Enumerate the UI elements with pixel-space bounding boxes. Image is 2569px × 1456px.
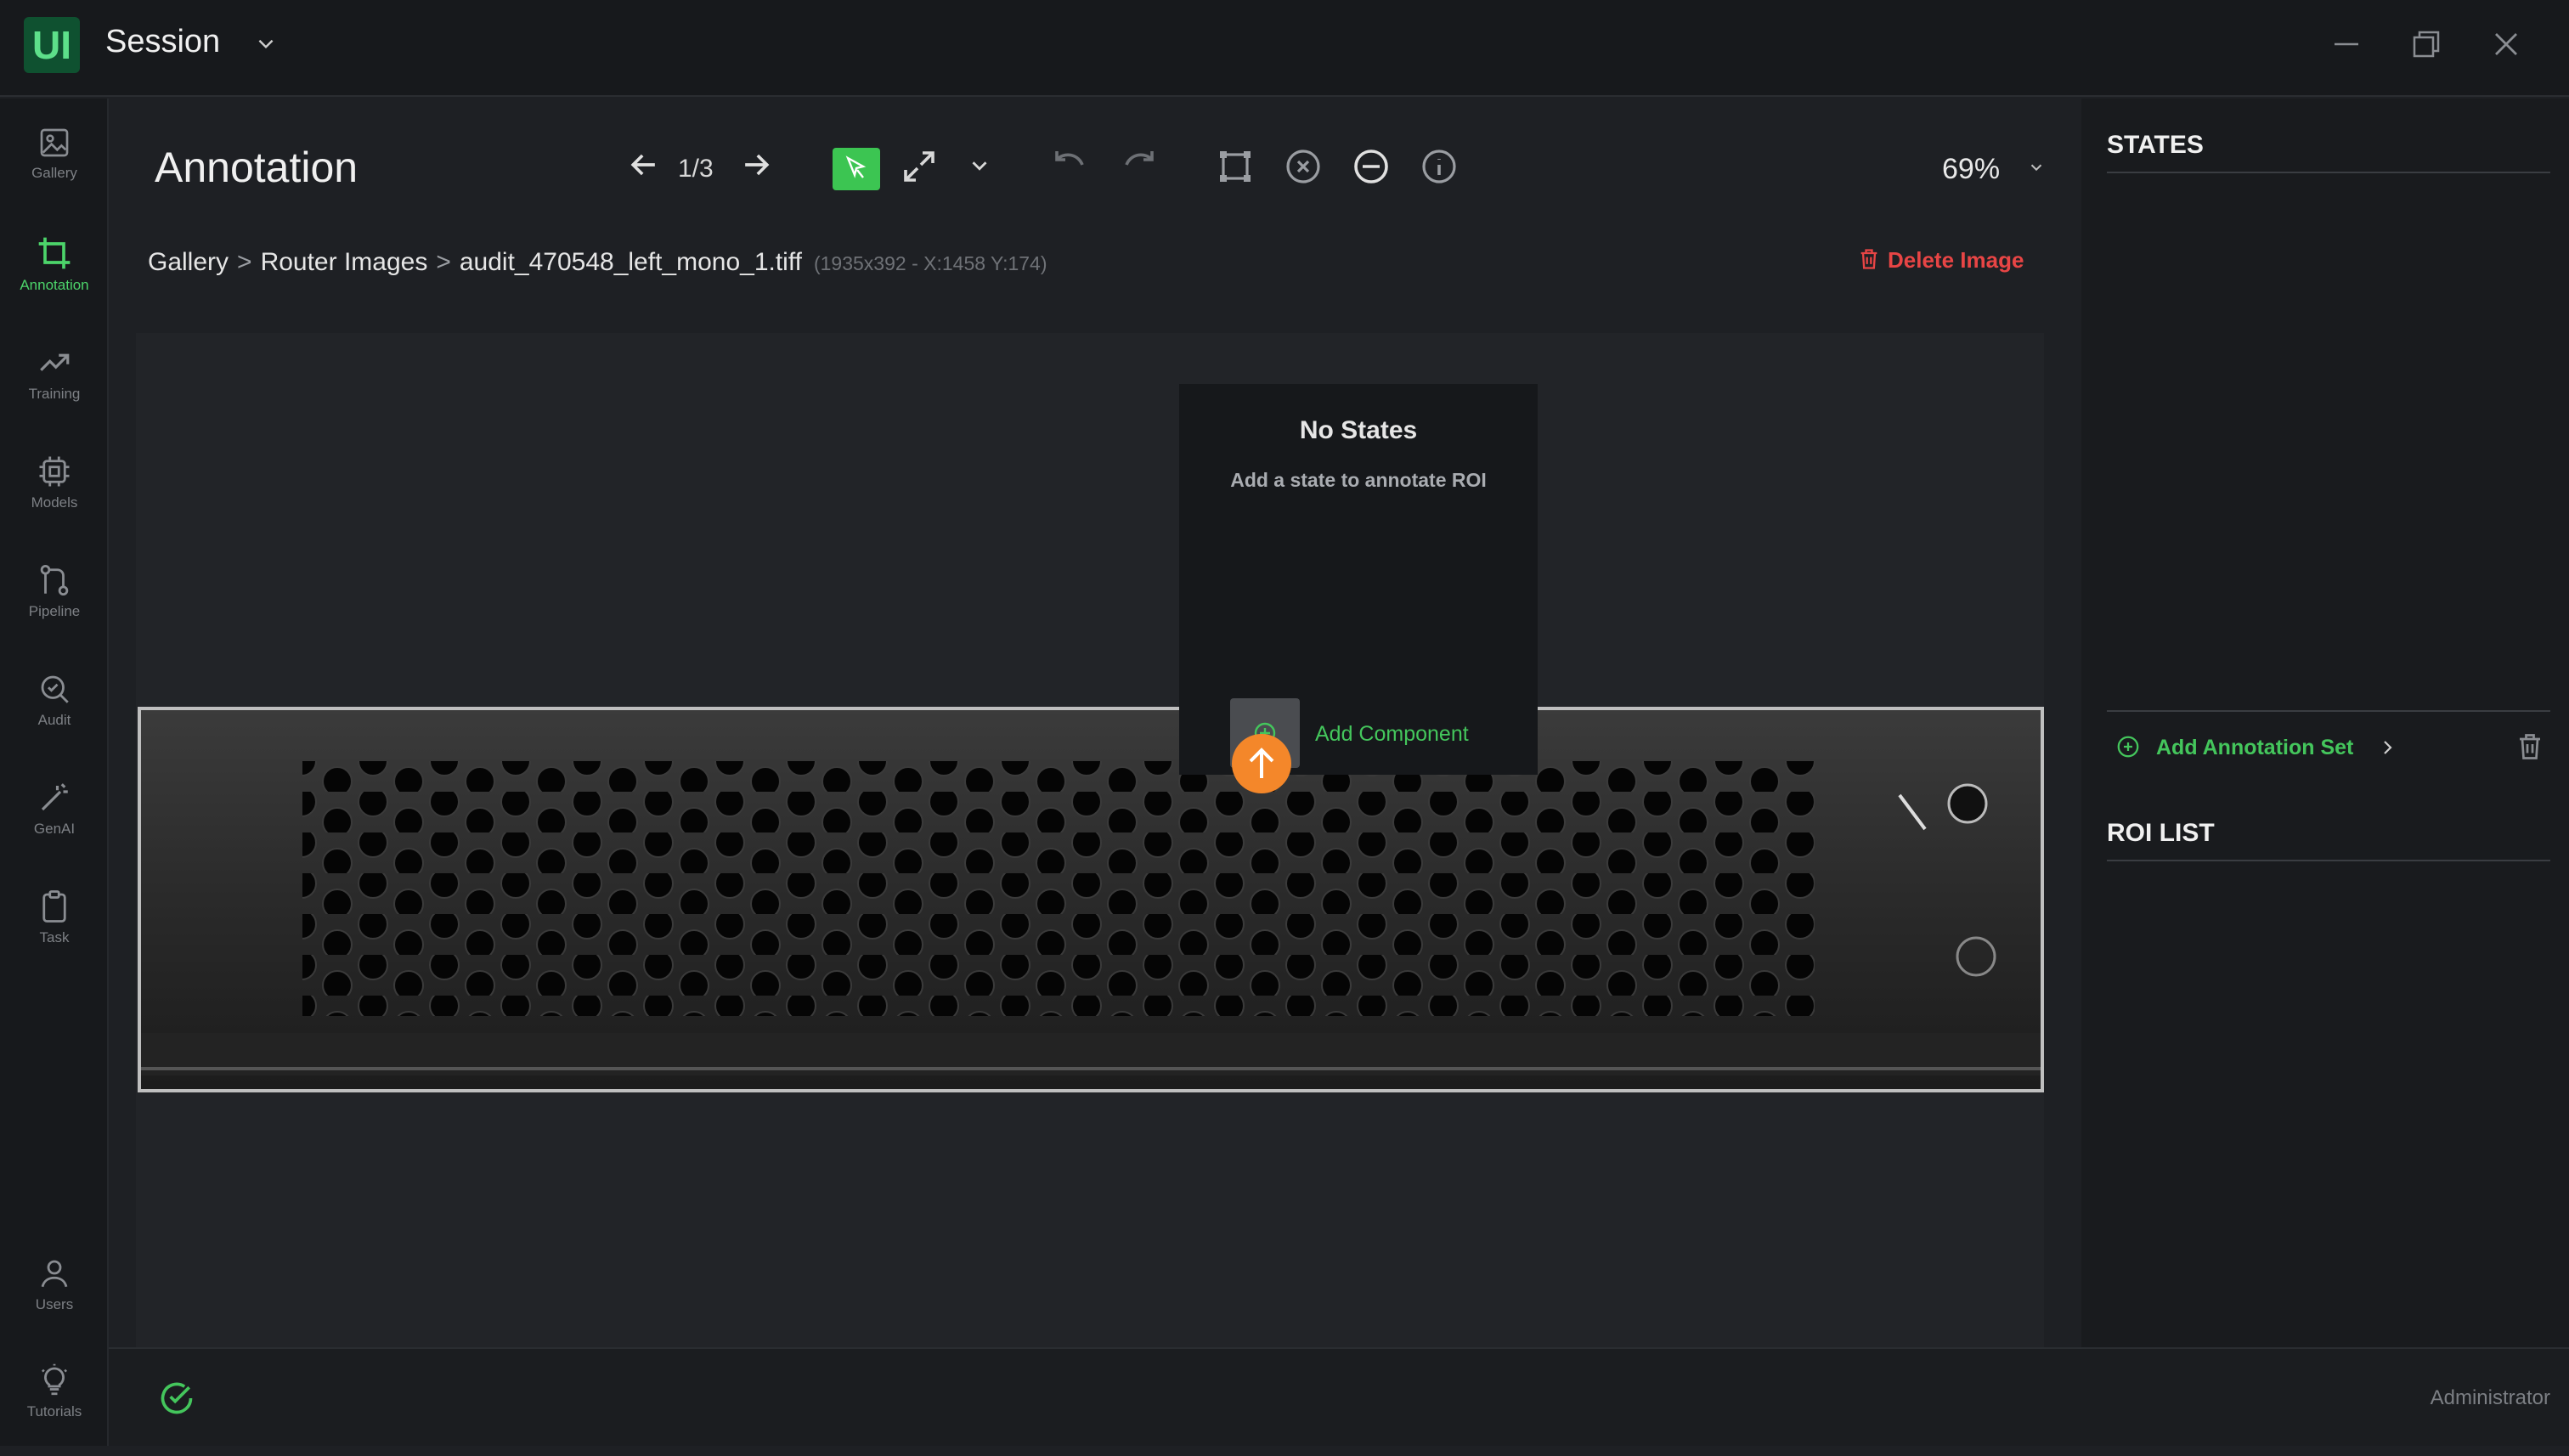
user-icon [41, 1260, 68, 1288]
upload-button[interactable] [1232, 734, 1291, 793]
roi-list-title: ROI LIST [2107, 819, 2215, 847]
nav-pipeline[interactable]: Pipeline [0, 562, 109, 656]
breadcrumb-separator: > [237, 248, 252, 276]
breadcrumb-router-images[interactable]: Router Images [261, 248, 428, 276]
image-meta: (1935x392 - X:1458 Y:174) [813, 252, 1047, 274]
chevron-down-icon[interactable] [255, 32, 277, 54]
chevron-right-icon[interactable] [2377, 737, 2397, 758]
nav-task[interactable]: Task [0, 889, 109, 982]
nav-annotation-label: Annotation [20, 277, 89, 293]
arrow-up-icon [1249, 748, 1274, 778]
bounding-box-icon[interactable] [1215, 146, 1256, 187]
roi-divider [2107, 860, 2550, 861]
search-check-icon [41, 675, 69, 703]
left-nav-rail: Gallery Annotation Training Models Pipel… [0, 99, 109, 1446]
nav-tutorials[interactable]: Tutorials [0, 1363, 109, 1456]
trash-icon[interactable] [2515, 731, 2545, 763]
status-bar: Administrator [109, 1347, 2569, 1446]
annotation-canvas[interactable]: No States Add a state to annotate ROI Ad… [136, 333, 2044, 1347]
nav-models-label: Models [31, 494, 78, 511]
zoom-level[interactable]: 69% [1942, 153, 2000, 186]
session-title[interactable]: Session [105, 24, 220, 60]
nav-tutorials-label: Tutorials [26, 1403, 82, 1419]
image-icon [40, 128, 69, 157]
undo-icon[interactable] [1050, 146, 1091, 187]
add-annotation-set-label: Add Annotation Set [2156, 736, 2354, 759]
chevron-down-icon[interactable] [967, 153, 992, 178]
nav-pipeline-label: Pipeline [28, 603, 81, 619]
current-user: Administrator [2430, 1386, 2550, 1409]
lightbulb-icon [42, 1363, 67, 1396]
delete-image-button[interactable]: Delete Image [1857, 246, 2024, 274]
magic-wand-icon [41, 783, 68, 811]
title-bar: UI Session [0, 0, 2569, 97]
chip-icon [39, 456, 70, 487]
nav-annotation[interactable]: Annotation [0, 234, 109, 328]
delete-image-label: Delete Image [1888, 247, 2024, 273]
page-title: Annotation [155, 144, 359, 191]
minimize-icon[interactable] [2328, 25, 2365, 63]
close-icon[interactable] [2487, 25, 2525, 63]
info-icon[interactable] [1419, 146, 1460, 187]
states-footer-divider [2107, 710, 2550, 712]
nav-users-label: Users [35, 1296, 74, 1312]
cursor-icon [845, 155, 867, 178]
breadcrumb-gallery[interactable]: Gallery [148, 248, 229, 276]
restore-icon[interactable] [2408, 25, 2445, 63]
breadcrumb: Gallery > Router Images > audit_470548_left_… [148, 248, 1047, 277]
nav-training[interactable]: Training [0, 345, 109, 438]
nav-training-label: Training [28, 386, 81, 402]
arrow-right-icon[interactable] [737, 146, 775, 183]
nav-genai-label: GenAI [33, 821, 76, 837]
states-divider [2107, 172, 2550, 173]
router-image[interactable] [138, 707, 2044, 1092]
expand-icon[interactable] [899, 146, 940, 187]
no-states-subtitle: Add a state to annotate ROI [1230, 469, 1487, 491]
annotation-workspace: Annotation 1/3 69% Gallery > Router Images… [109, 99, 2068, 1347]
no-states-popover: No States Add a state to annotate ROI Ad… [1179, 384, 1538, 775]
nav-gallery[interactable]: Gallery [0, 126, 109, 219]
add-component-label[interactable]: Add Component [1315, 722, 1469, 747]
breadcrumb-separator: > [436, 248, 451, 276]
plus-circle-icon [2117, 736, 2139, 758]
nav-genai[interactable]: GenAI [0, 780, 109, 873]
git-branch-icon [40, 564, 69, 596]
trash-icon [1860, 249, 1877, 269]
nav-users[interactable]: Users [0, 1256, 109, 1349]
check-circle-icon [158, 1380, 195, 1417]
trend-up-icon [40, 353, 70, 371]
right-panel: STATES Add Annotation Set ROI LIST [2068, 99, 2569, 1347]
nav-models[interactable]: Models [0, 454, 109, 547]
clear-circle-icon[interactable] [1283, 146, 1324, 187]
clipboard-icon [42, 890, 66, 923]
zoom-dropdown-icon[interactable] [2027, 158, 2046, 177]
page-counter: 1/3 [678, 155, 714, 183]
select-tool-button[interactable] [833, 148, 880, 190]
nav-audit-label: Audit [37, 712, 71, 728]
app-logo: UI [24, 17, 80, 73]
redo-icon[interactable] [1118, 146, 1159, 187]
arrow-left-icon[interactable] [625, 146, 663, 183]
nav-audit[interactable]: Audit [0, 671, 109, 765]
nav-gallery-label: Gallery [31, 165, 77, 181]
states-title: STATES [2107, 131, 2204, 159]
add-annotation-set-button[interactable]: Add Annotation Set [2115, 734, 2353, 760]
minus-circle-icon[interactable] [1351, 146, 1392, 187]
crop-icon [38, 237, 71, 269]
no-states-title: No States [1299, 416, 1418, 444]
breadcrumb-file-name: audit_470548_left_mono_1.tiff [459, 248, 802, 276]
nav-task-label: Task [39, 929, 70, 945]
